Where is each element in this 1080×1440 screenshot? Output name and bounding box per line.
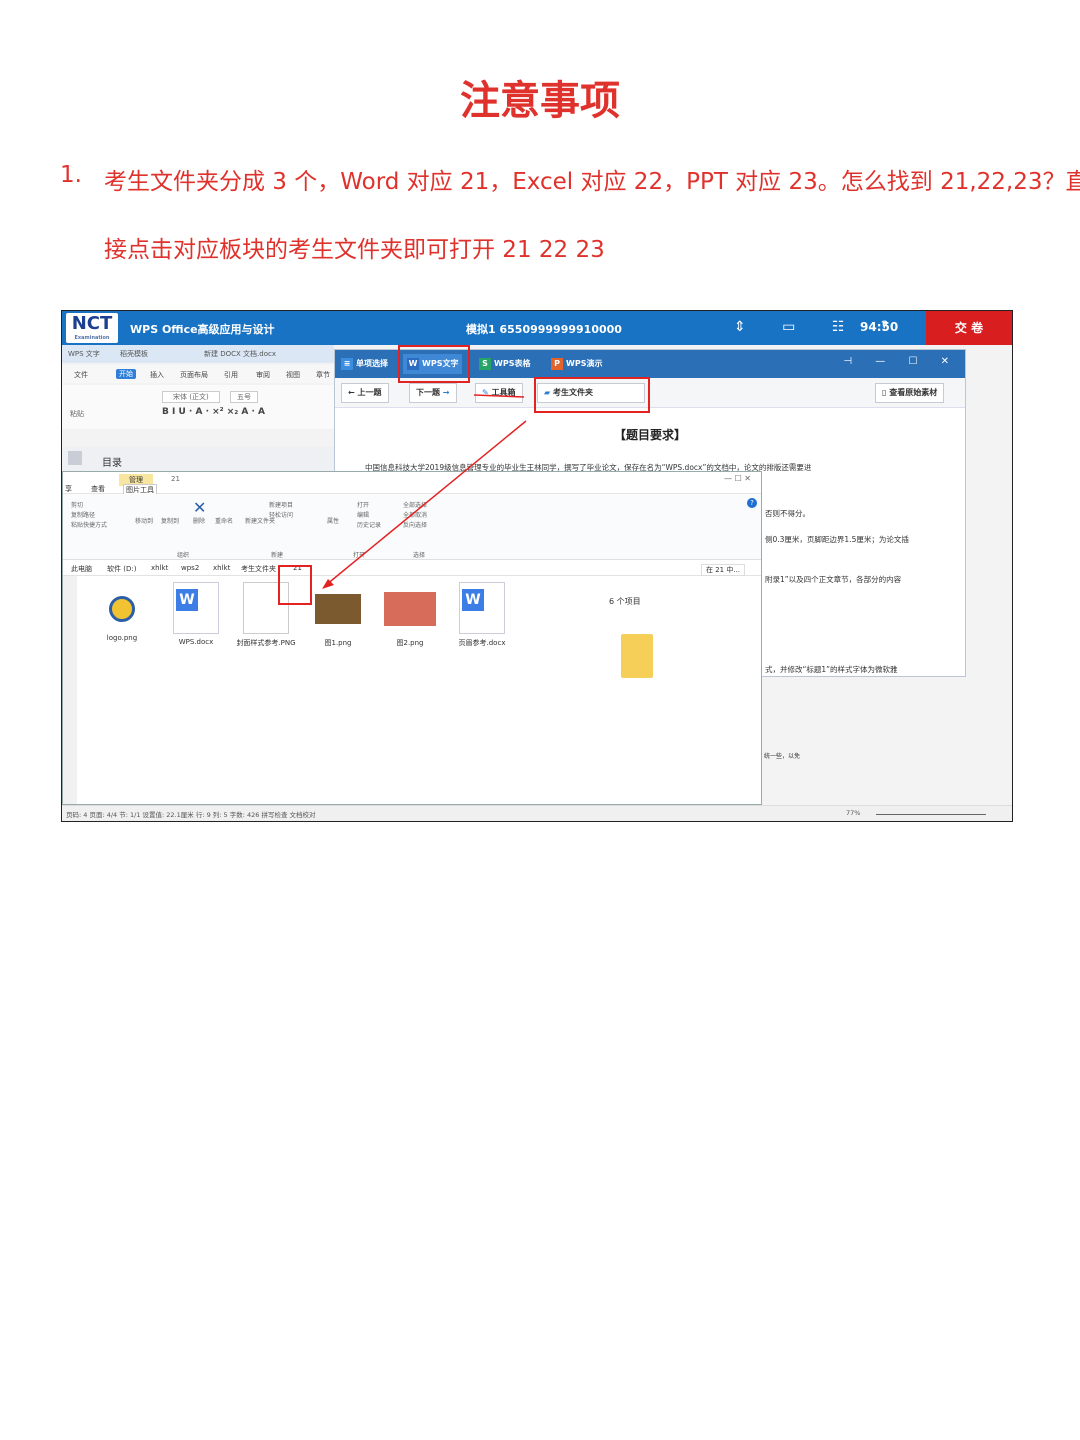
- screenshot: NCT Examination WPS Office高级应用与设计 模拟1 65…: [61, 310, 1013, 822]
- page-title: 注意事项: [460, 78, 620, 124]
- note-line-1: 考生文件夹分成 3 个，Word 对应 21，Excel 对应 22，PPT 对…: [104, 169, 1080, 195]
- note-line-2: 接点击对应板块的考生文件夹即可打开 21 22 23: [104, 237, 605, 263]
- red-arrow: [322, 394, 527, 589]
- note-number: 1.: [60, 162, 82, 188]
